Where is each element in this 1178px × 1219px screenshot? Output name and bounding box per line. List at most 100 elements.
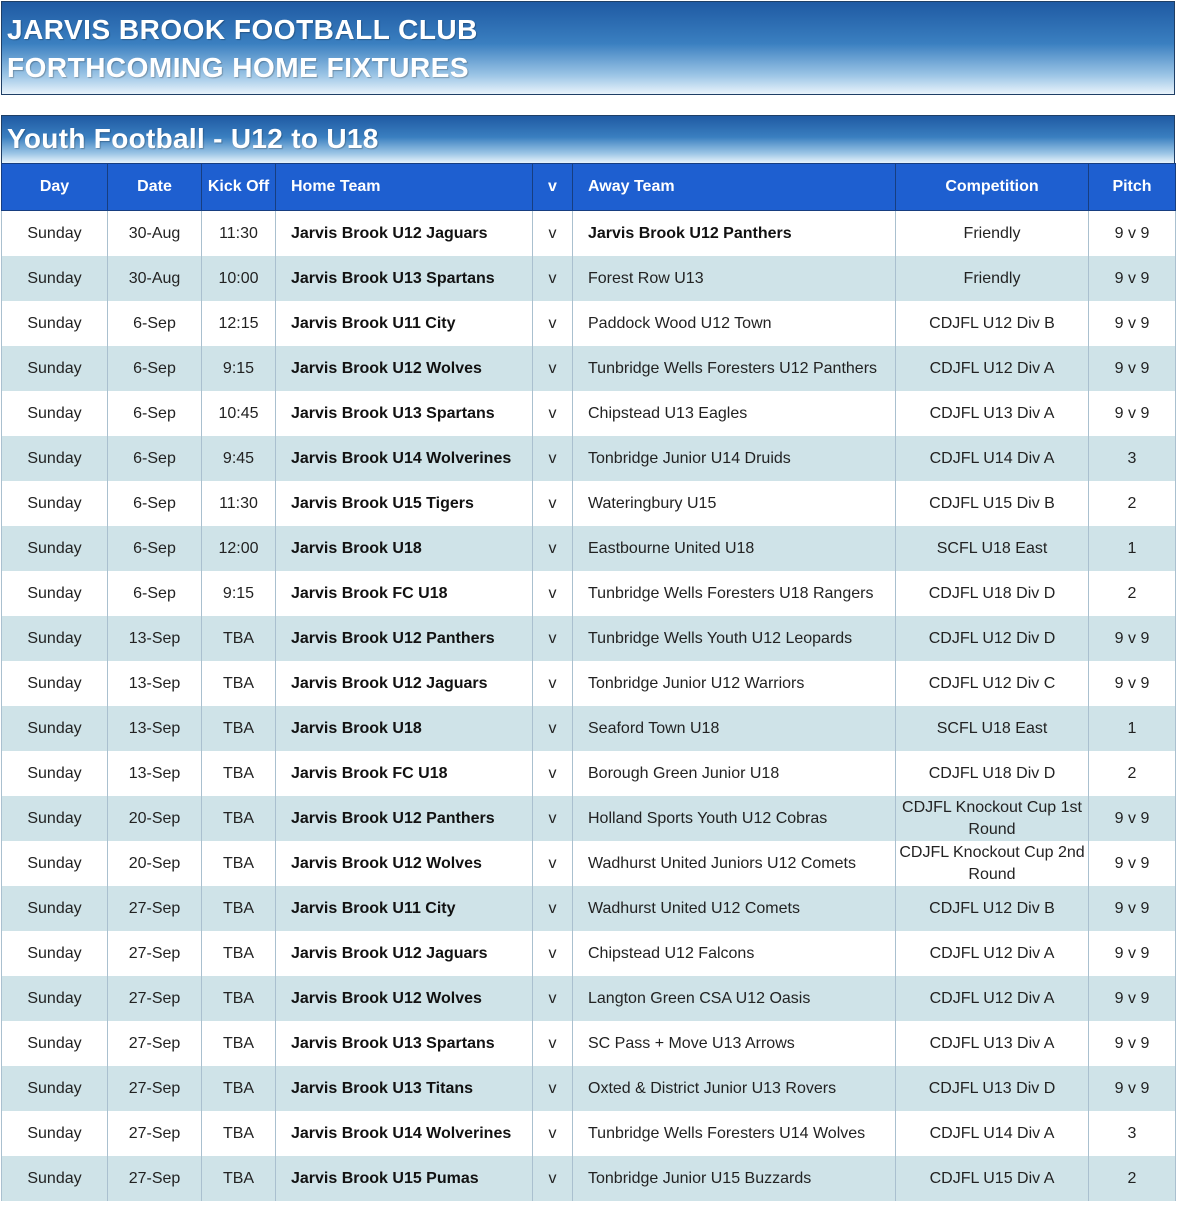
cell-home-team: Jarvis Brook U15 Tigers [275, 481, 533, 526]
cell-kickoff: 9:15 [201, 571, 276, 616]
cell-v: v [532, 391, 573, 436]
cell-home-team: Jarvis Brook U13 Spartans [275, 391, 533, 436]
cell-kickoff: TBA [201, 796, 276, 841]
cell-pitch: 2 [1088, 751, 1176, 796]
cell-date: 6-Sep [107, 391, 202, 436]
table-row: Sunday 27-Sep TBA Jarvis Brook U12 Jaguars v… [1, 931, 1176, 976]
cell-home-team: Jarvis Brook U14 Wolverines [275, 436, 533, 481]
cell-pitch: 9 v 9 [1088, 931, 1176, 976]
cell-date: 13-Sep [107, 706, 202, 751]
table-header-row: Day Date Kick Off Home Team v Away Team … [1, 163, 1176, 211]
cell-away-team: Paddock Wood U12 Town [572, 301, 896, 346]
cell-v: v [532, 1066, 573, 1111]
section-title: Youth Football - U12 to U18 [7, 123, 379, 154]
table-row: Sunday 6-Sep 10:45 Jarvis Brook U13 Spartan… [1, 391, 1176, 436]
cell-competition: CDJFL U13 Div D [895, 1066, 1089, 1111]
cell-pitch: 9 v 9 [1088, 301, 1176, 346]
cell-day: Sunday [1, 616, 108, 661]
table-row: Sunday 27-Sep TBA Jarvis Brook U13 Spartans… [1, 1021, 1176, 1066]
cell-day: Sunday [1, 301, 108, 346]
cell-v: v [532, 571, 573, 616]
cell-kickoff: 11:30 [201, 481, 276, 526]
cell-date: 6-Sep [107, 571, 202, 616]
cell-competition: CDJFL U13 Div A [895, 391, 1089, 436]
cell-pitch: 9 v 9 [1088, 661, 1176, 706]
cell-home-team: Jarvis Brook U12 Jaguars [275, 931, 533, 976]
cell-away-team: Chipstead U12 Falcons [572, 931, 896, 976]
cell-competition: CDJFL Knockout Cup 1st Round [895, 796, 1089, 841]
table-row: Sunday 30-Aug 10:00 Jarvis Brook U13 Sparta… [1, 256, 1176, 301]
cell-kickoff: 9:15 [201, 346, 276, 391]
col-header-home-team: Home Team [275, 163, 533, 211]
cell-day: Sunday [1, 841, 108, 886]
cell-kickoff: TBA [201, 661, 276, 706]
cell-home-team: Jarvis Brook U12 Panthers [275, 616, 533, 661]
cell-competition: CDJFL U12 Div A [895, 346, 1089, 391]
cell-competition: CDJFL U12 Div A [895, 931, 1089, 976]
cell-pitch: 2 [1088, 1156, 1176, 1201]
col-header-away-team: Away Team [572, 163, 896, 211]
table-row: Sunday 20-Sep TBA Jarvis Brook U12 Wolves v W… [1, 841, 1176, 886]
cell-competition: CDJFL U13 Div A [895, 1021, 1089, 1066]
cell-kickoff: 9:45 [201, 436, 276, 481]
cell-away-team: Borough Green Junior U18 [572, 751, 896, 796]
cell-day: Sunday [1, 526, 108, 571]
cell-competition: CDJFL U15 Div B [895, 481, 1089, 526]
table-row: Sunday 13-Sep TBA Jarvis Brook U18 v Seaford … [1, 706, 1176, 751]
fixtures-body: Sunday 30-Aug 11:30 Jarvis Brook U12 Jaguar… [1, 210, 1176, 1201]
cell-kickoff: TBA [201, 1111, 276, 1156]
cell-day: Sunday [1, 886, 108, 931]
cell-v: v [532, 706, 573, 751]
cell-away-team: Tunbridge Wells Foresters U14 Wolves [572, 1111, 896, 1156]
cell-date: 27-Sep [107, 1111, 202, 1156]
cell-v: v [532, 256, 573, 301]
cell-day: Sunday [1, 346, 108, 391]
table-row: Sunday 13-Sep TBA Jarvis Brook FC U18 v Borou… [1, 751, 1176, 796]
cell-kickoff: 12:00 [201, 526, 276, 571]
cell-day: Sunday [1, 1111, 108, 1156]
cell-day: Sunday [1, 481, 108, 526]
cell-v: v [532, 481, 573, 526]
cell-competition: CDJFL U14 Div A [895, 436, 1089, 481]
fixtures-table: Day Date Kick Off Home Team v Away Team … [1, 163, 1176, 1201]
cell-pitch: 9 v 9 [1088, 346, 1176, 391]
col-header-competition: Competition [895, 163, 1089, 211]
cell-day: Sunday [1, 706, 108, 751]
cell-away-team: Eastbourne United U18 [572, 526, 896, 571]
cell-day: Sunday [1, 751, 108, 796]
club-banner: JARVIS BROOK FOOTBALL CLUB FORTHCOMING H… [1, 1, 1175, 95]
cell-pitch: 1 [1088, 526, 1176, 571]
cell-date: 27-Sep [107, 931, 202, 976]
cell-competition: Friendly [895, 256, 1089, 301]
cell-home-team: Jarvis Brook U14 Wolverines [275, 1111, 533, 1156]
cell-v: v [532, 661, 573, 706]
cell-home-team: Jarvis Brook U12 Jaguars [275, 210, 533, 256]
cell-day: Sunday [1, 976, 108, 1021]
table-row: Sunday 27-Sep TBA Jarvis Brook U13 Titans v O… [1, 1066, 1176, 1111]
table-row: Sunday 27-Sep TBA Jarvis Brook U14 Wolverin… [1, 1111, 1176, 1156]
cell-date: 27-Sep [107, 976, 202, 1021]
cell-competition: SCFL U18 East [895, 706, 1089, 751]
cell-date: 13-Sep [107, 616, 202, 661]
cell-pitch: 3 [1088, 1111, 1176, 1156]
cell-pitch: 9 v 9 [1088, 210, 1176, 256]
cell-away-team: Tunbridge Wells Foresters U12 Panthers [572, 346, 896, 391]
cell-away-team: Holland Sports Youth U12 Cobras [572, 796, 896, 841]
cell-date: 6-Sep [107, 301, 202, 346]
col-header-date: Date [107, 163, 202, 211]
cell-competition: CDJFL U12 Div B [895, 301, 1089, 346]
cell-home-team: Jarvis Brook U18 [275, 706, 533, 751]
cell-competition: CDJFL U15 Div A [895, 1156, 1089, 1201]
cell-pitch: 9 v 9 [1088, 1021, 1176, 1066]
cell-away-team: Wateringbury U15 [572, 481, 896, 526]
cell-v: v [532, 616, 573, 661]
cell-competition: Friendly [895, 210, 1089, 256]
cell-date: 20-Sep [107, 841, 202, 886]
cell-pitch: 9 v 9 [1088, 976, 1176, 1021]
cell-v: v [532, 796, 573, 841]
table-row: Sunday 27-Sep TBA Jarvis Brook U12 Wolves v L… [1, 976, 1176, 1021]
cell-away-team: Tonbridge Junior U12 Warriors [572, 661, 896, 706]
cell-v: v [532, 526, 573, 571]
cell-away-team: Wadhurst United Juniors U12 Comets [572, 841, 896, 886]
table-row: Sunday 6-Sep 11:30 Jarvis Brook U15 Tigers v… [1, 481, 1176, 526]
